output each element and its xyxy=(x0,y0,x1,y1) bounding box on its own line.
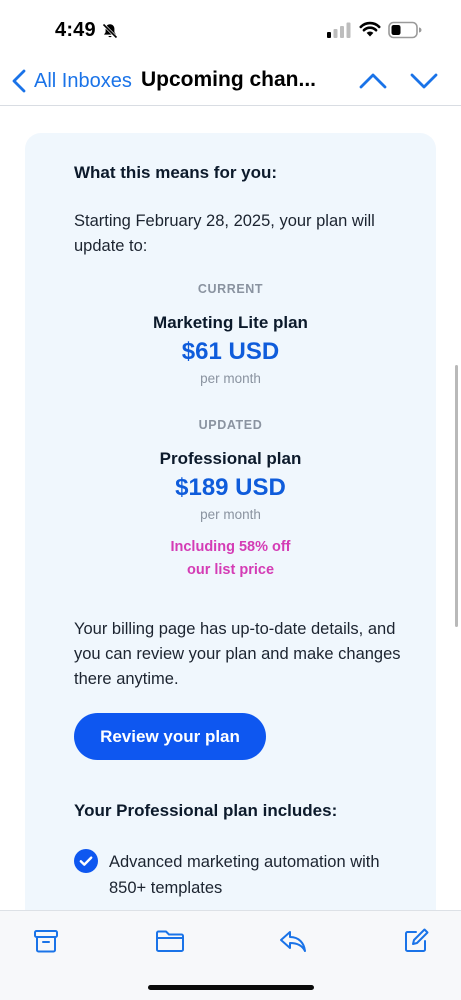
current-plan-block: CURRENT Marketing Lite plan $61 USD per … xyxy=(25,282,436,386)
discount-line-1: Including 58% off xyxy=(170,539,291,555)
updated-plan-block: UPDATED Professional plan $189 USD per m… xyxy=(25,418,436,582)
status-time: 4:49 xyxy=(55,19,96,41)
current-plan-tag: CURRENT xyxy=(197,282,264,296)
archive-icon[interactable] xyxy=(32,927,60,955)
updated-plan-price: $189 USD xyxy=(175,474,286,501)
compose-icon[interactable] xyxy=(402,927,430,955)
back-button-label: All Inboxes xyxy=(34,69,132,92)
battery-icon xyxy=(388,21,422,39)
current-plan-period: per month xyxy=(200,371,261,386)
updated-plan-period: per month xyxy=(200,507,261,522)
plan-update-intro: Starting February 28, 2025, your plan wi… xyxy=(74,212,375,255)
scroll-indicator[interactable] xyxy=(455,365,458,627)
folder-icon[interactable] xyxy=(155,927,185,955)
what-this-means-heading: What this means for you: xyxy=(74,163,278,182)
discount-line-2: our list price xyxy=(186,562,275,578)
current-plan-name: Marketing Lite plan xyxy=(153,313,308,332)
plan-includes-heading: Your Professional plan includes: xyxy=(74,801,338,820)
next-message-chevron-down-icon[interactable] xyxy=(408,68,440,94)
cellular-signal-icon xyxy=(327,22,351,38)
bell-muted-icon xyxy=(102,23,118,39)
status-bar: 4:49 xyxy=(0,0,461,58)
home-indicator[interactable] xyxy=(148,985,314,990)
wifi-icon xyxy=(359,21,381,37)
reply-icon[interactable] xyxy=(278,927,308,955)
previous-message-chevron-up-icon[interactable] xyxy=(357,68,389,94)
email-subject-title: Upcoming chan... xyxy=(141,68,317,91)
chevron-left-icon xyxy=(12,69,26,93)
review-your-plan-button[interactable]: Review your plan xyxy=(74,713,266,760)
feature-text: Advanced marketing automation with 850+ … xyxy=(109,853,380,897)
checkmark-circle-icon xyxy=(74,849,98,873)
updated-plan-name: Professional plan xyxy=(159,449,302,468)
navigation-bar: All Inboxes Upcoming chan... xyxy=(0,58,461,106)
billing-details-text: Your billing page has up-to-date details… xyxy=(74,620,401,688)
back-button[interactable]: All Inboxes xyxy=(10,66,132,96)
updated-plan-tag: UPDATED xyxy=(198,418,263,432)
current-plan-price: $61 USD xyxy=(181,338,280,365)
